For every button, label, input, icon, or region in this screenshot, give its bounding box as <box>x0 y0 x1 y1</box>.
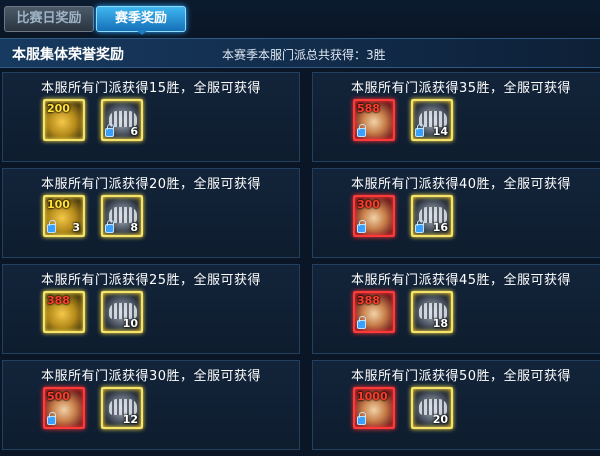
reward-card: 本服所有门派获得45胜，全服可获得 388 18 <box>312 264 600 354</box>
premium-reward-slot[interactable]: 500 <box>43 387 85 429</box>
gold-reward-slot[interactable]: 388 <box>43 291 85 333</box>
item-quantity: 18 <box>432 317 448 330</box>
item-reward-slot[interactable]: 20 <box>411 387 453 429</box>
reward-card: 本服所有门派获得35胜，全服可获得 588 14 <box>312 72 600 162</box>
season-win-count: 本赛季本服门派总共获得：3胜 <box>222 48 386 62</box>
premium-amount: 588 <box>357 102 380 115</box>
item-quantity: 16 <box>432 221 448 234</box>
lock-icon <box>357 412 366 425</box>
lock-icon <box>415 220 424 233</box>
reward-condition: 本服所有门派获得25胜，全服可获得 <box>40 273 262 288</box>
item-reward-slot[interactable]: 12 <box>101 387 143 429</box>
lock-icon <box>105 220 114 233</box>
gold-reward-slot[interactable]: 100 3 <box>43 195 85 237</box>
item-reward-slot[interactable]: 14 <box>411 99 453 141</box>
premium-amount: 500 <box>47 390 70 403</box>
gold-quantity: 3 <box>72 221 80 234</box>
tab-match-day-reward[interactable]: 比赛日奖励 <box>4 6 94 32</box>
reward-condition: 本服所有门派获得45胜，全服可获得 <box>350 273 572 288</box>
gold-reward-slot[interactable]: 200 <box>43 99 85 141</box>
premium-reward-slot[interactable]: 588 <box>353 99 395 141</box>
lock-icon <box>357 316 366 329</box>
item-quantity: 14 <box>432 125 448 138</box>
gold-amount: 200 <box>47 102 70 115</box>
item-quantity: 12 <box>122 413 138 426</box>
lock-icon <box>105 124 114 137</box>
reward-condition: 本服所有门派获得35胜，全服可获得 <box>350 81 572 96</box>
premium-reward-slot[interactable]: 1000 <box>353 387 395 429</box>
item-quantity: 20 <box>432 413 448 426</box>
lock-icon <box>47 220 56 233</box>
reward-condition: 本服所有门派获得40胜，全服可获得 <box>350 177 572 192</box>
tab-season-reward[interactable]: 赛季奖励 <box>96 6 186 32</box>
item-reward-slot[interactable]: 6 <box>101 99 143 141</box>
premium-amount: 388 <box>357 294 380 307</box>
lock-icon <box>357 124 366 137</box>
item-reward-slot[interactable]: 18 <box>411 291 453 333</box>
item-reward-slot[interactable]: 10 <box>101 291 143 333</box>
premium-amount: 1000 <box>357 390 388 403</box>
reward-condition: 本服所有门派获得15胜，全服可获得 <box>40 81 262 96</box>
reward-card: 本服所有门派获得15胜，全服可获得 200 6 <box>2 72 300 162</box>
item-quantity: 6 <box>130 125 138 138</box>
reward-card: 本服所有门派获得30胜，全服可获得 500 12 <box>2 360 300 450</box>
reward-card: 本服所有门派获得50胜，全服可获得 1000 20 <box>312 360 600 450</box>
item-reward-slot[interactable]: 8 <box>101 195 143 237</box>
reward-condition: 本服所有门派获得50胜，全服可获得 <box>350 369 572 384</box>
active-tab-pointer-icon <box>136 30 148 35</box>
item-quantity: 8 <box>130 221 138 234</box>
gold-amount: 100 <box>47 198 70 211</box>
section-title: 本服集体荣誉奖励 <box>12 47 124 63</box>
premium-reward-slot[interactable]: 300 <box>353 195 395 237</box>
lock-icon <box>357 220 366 233</box>
gold-amount: 388 <box>47 294 70 307</box>
reward-condition: 本服所有门派获得20胜，全服可获得 <box>40 177 262 192</box>
section-header: 本服集体荣誉奖励 本赛季本服门派总共获得：3胜 <box>0 38 600 68</box>
item-reward-slot[interactable]: 16 <box>411 195 453 237</box>
lock-icon <box>415 124 424 137</box>
reward-grid: 本服所有门派获得15胜，全服可获得 200 6 本服所有门派获得35胜，全服可获… <box>2 72 600 456</box>
lock-icon <box>47 412 56 425</box>
reward-card: 本服所有门派获得40胜，全服可获得 300 16 <box>312 168 600 258</box>
reward-condition: 本服所有门派获得30胜，全服可获得 <box>40 369 262 384</box>
premium-amount: 300 <box>357 198 380 211</box>
tab-bar: 比赛日奖励 赛季奖励 <box>0 0 600 36</box>
reward-card: 本服所有门派获得25胜，全服可获得 388 10 <box>2 264 300 354</box>
premium-reward-slot[interactable]: 388 <box>353 291 395 333</box>
reward-card: 本服所有门派获得20胜，全服可获得 100 3 8 <box>2 168 300 258</box>
item-quantity: 10 <box>122 317 138 330</box>
